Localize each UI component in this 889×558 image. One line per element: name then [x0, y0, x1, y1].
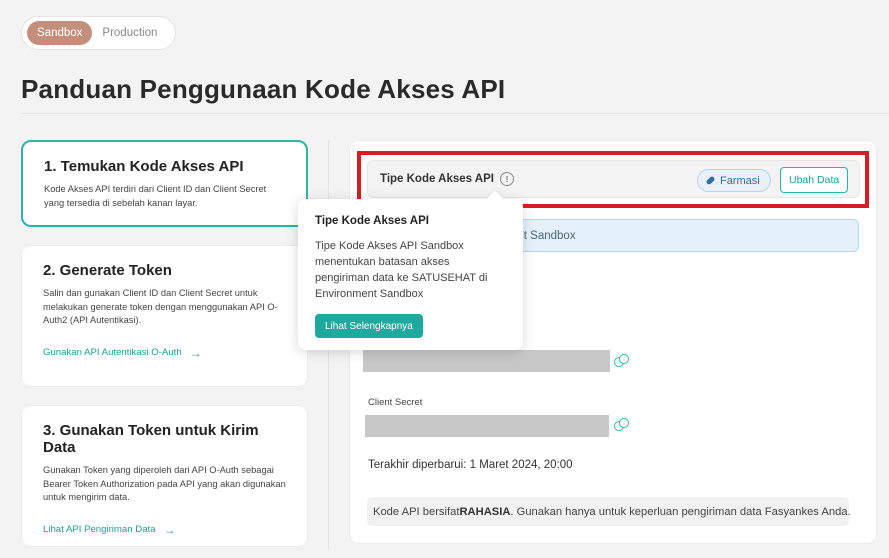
secret-notice: Kode API bersifat RAHASIA . Gunakan hany… [367, 497, 851, 526]
step-3-description: Gunakan Token yang diperoleh dari API O-… [43, 465, 286, 502]
farmasi-badge: Farmasi [697, 169, 771, 192]
last-updated-text: Terakhir diperbarui: 1 Maret 2024, 20:00 [368, 459, 573, 471]
client-id-masked-value [363, 350, 610, 372]
notice-prefix: Kode API bersifat [373, 505, 460, 518]
step-card-3[interactable]: 3. Gunakan Token untuk Kirim Data Gunaka… [21, 405, 308, 547]
step-1-title: 1. Temukan Kode Akses API [44, 158, 244, 175]
info-icon[interactable]: ! [499, 172, 514, 186]
api-type-tooltip: Tipe Kode Akses API Tipe Kode Akses API … [298, 199, 523, 350]
learn-more-button[interactable]: Lihat Selengkapnya [315, 314, 423, 338]
edit-data-button[interactable]: Ubah Data [780, 167, 849, 193]
step-card-1[interactable]: 1. Temukan Kode Akses API Kode Akses API… [21, 140, 308, 227]
oauth-api-link[interactable]: Gunakan API Autentikasi O-Auth → [43, 346, 286, 360]
tooltip-body: Tipe Kode Akses API Sandbox menentukan b… [315, 240, 488, 300]
page-title: Panduan Penggunaan Kode Akses API [21, 74, 506, 104]
production-tab[interactable]: Production [92, 21, 167, 45]
copy-client-id-icon[interactable] [614, 354, 629, 369]
title-divider [21, 113, 889, 114]
notice-bold: RAHASIA [459, 505, 511, 518]
oauth-api-link-label: Gunakan API Autentikasi O-Auth [43, 347, 182, 358]
data-api-link[interactable]: Lihat API Pengiriman Data → [43, 523, 286, 537]
step-3-title: 3. Gunakan Token untuk Kirim Data [43, 422, 259, 456]
pill-icon [705, 175, 716, 186]
api-type-row: Tipe Kode Akses API ! Farmasi Ubah Data [367, 160, 860, 198]
client-secret-masked-value [365, 415, 609, 437]
tooltip-title: Tipe Kode Akses API [315, 215, 429, 227]
data-api-link-label: Lihat API Pengiriman Data [43, 524, 156, 535]
api-type-label: Tipe Kode Akses API [380, 173, 494, 185]
environment-info-banner: ent Sandbox [500, 219, 859, 252]
step-1-description: Kode Akses API terdiri dari Client ID da… [44, 184, 267, 208]
sandbox-tab[interactable]: Sandbox [27, 21, 93, 45]
step-2-description: Salin dan gunakan Client ID dan Client S… [43, 288, 278, 325]
copy-client-secret-icon[interactable] [614, 418, 629, 433]
notice-suffix: . Gunakan hanya untuk keperluan pengirim… [510, 505, 851, 518]
arrow-right-icon: → [163, 522, 176, 537]
farmasi-badge-label: Farmasi [720, 174, 760, 187]
step-2-title: 2. Generate Token [43, 262, 172, 279]
client-secret-label: Client Secret [368, 397, 423, 408]
environment-toggle: Sandbox Production [21, 16, 176, 50]
step-card-2[interactable]: 2. Generate Token Salin dan gunakan Clie… [21, 245, 308, 387]
arrow-right-icon: → [189, 345, 202, 360]
